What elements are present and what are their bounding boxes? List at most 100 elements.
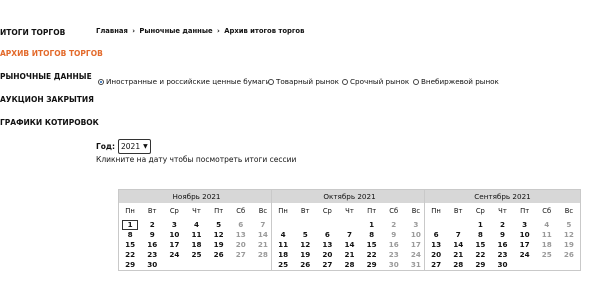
calendar-day[interactable]: 26 (294, 260, 316, 270)
calendar-day[interactable]: 12 (208, 230, 230, 240)
calendar-day[interactable]: 16 (491, 240, 513, 250)
calendar-day[interactable]: 21 (447, 250, 469, 260)
calendar-day[interactable]: 24 (163, 250, 185, 260)
calendar-day[interactable]: 11 (185, 230, 207, 240)
calendar-day[interactable]: 5 (294, 230, 316, 240)
calendar-day[interactable]: 25 (185, 250, 207, 260)
calendar-day[interactable]: 28 (338, 260, 360, 270)
calendar-day[interactable]: 5 (558, 220, 580, 230)
calendar-day[interactable]: 27 (425, 260, 447, 270)
calendar-day[interactable]: 23 (383, 250, 405, 260)
sidebar-item-market-data[interactable]: РЫНОЧНЫЕ ДАННЫЕ (0, 72, 92, 81)
calendar-day[interactable]: 25 (272, 260, 294, 270)
calendar-day[interactable]: 15 (469, 240, 491, 250)
calendar-day[interactable]: 10 (163, 230, 185, 240)
calendar-day[interactable]: 22 (119, 250, 141, 260)
calendar-day[interactable]: 2 (383, 220, 405, 230)
sidebar-item-results[interactable]: ИТОГИ ТОРГОВ (0, 28, 65, 37)
calendar-day[interactable]: 13 (230, 230, 252, 240)
calendar-day[interactable]: 4 (272, 230, 294, 240)
breadcrumb-home[interactable]: Главная (96, 27, 128, 35)
calendar-day[interactable]: 30 (383, 260, 405, 270)
calendar-day[interactable]: 16 (141, 240, 163, 250)
calendar-day[interactable]: 8 (469, 230, 491, 240)
calendar-day[interactable]: 17 (163, 240, 185, 250)
radio-icon[interactable] (342, 78, 348, 85)
sidebar-item-closing-auction[interactable]: АУКЦИОН ЗАКРЫТИЯ (0, 95, 94, 104)
calendar-day[interactable]: 26 (208, 250, 230, 260)
sidebar-item-quote-charts[interactable]: ГРАФИКИ КОТИРОВОК (0, 118, 99, 127)
calendar-day[interactable]: 24 (514, 250, 536, 260)
calendar-day[interactable]: 15 (119, 240, 141, 250)
calendar-day[interactable]: 18 (536, 240, 558, 250)
calendar-day[interactable]: 6 (425, 230, 447, 240)
calendar-day[interactable]: 11 (272, 240, 294, 250)
calendar-day[interactable]: 8 (119, 230, 141, 240)
calendar-day[interactable]: 21 (338, 250, 360, 260)
calendar-day[interactable]: 16 (383, 240, 405, 250)
calendar-day[interactable]: 13 (425, 240, 447, 250)
calendar-day[interactable]: 1 (469, 220, 491, 230)
market-option-derivatives[interactable]: Срочный рынок (342, 77, 409, 86)
year-value: 2021 (121, 142, 141, 151)
calendar-day[interactable]: 19 (558, 240, 580, 250)
calendar-day[interactable]: 17 (514, 240, 536, 250)
calendar-day[interactable]: 10 (514, 230, 536, 240)
calendar-day[interactable]: 19 (294, 250, 316, 260)
calendar-day[interactable]: 14 (447, 240, 469, 250)
sidebar-item-archive[interactable]: АРХИВ ИТОГОВ ТОРГОВ (0, 49, 103, 58)
calendar-day[interactable]: 12 (558, 230, 580, 240)
calendar-day[interactable]: 3 (163, 220, 185, 230)
calendar-weekdays: Пн Вт Ср Чт Пт Сб Вс (425, 203, 580, 220)
calendar-day[interactable]: 6 (316, 230, 338, 240)
market-option-commodity[interactable]: Товарный рынок (268, 77, 339, 86)
calendar-day[interactable]: 7 (338, 230, 360, 240)
calendar-day[interactable]: 27 (230, 250, 252, 260)
market-option-securities[interactable]: Иностранные и российские ценные бумаги (98, 77, 270, 86)
calendar-day[interactable]: 6 (230, 220, 252, 230)
calendar-day[interactable]: 8 (361, 230, 383, 240)
calendar-day[interactable]: 2 (141, 220, 163, 230)
calendar-day[interactable]: 9 (383, 230, 405, 240)
calendar-day[interactable]: 27 (316, 260, 338, 270)
calendar-day[interactable]: 2 (491, 220, 513, 230)
calendar-day[interactable]: 30 (491, 260, 513, 270)
calendar-day[interactable]: 13 (316, 240, 338, 250)
calendar-day[interactable]: 11 (536, 230, 558, 240)
calendar-day[interactable]: 23 (491, 250, 513, 260)
calendar-day[interactable]: 4 (536, 220, 558, 230)
calendar-day[interactable]: 20 (425, 250, 447, 260)
calendar-day[interactable]: 18 (185, 240, 207, 250)
radio-icon[interactable] (98, 78, 104, 85)
market-option-otc[interactable]: Внебиржевой рынок (413, 77, 499, 86)
calendar-day[interactable]: 9 (141, 230, 163, 240)
calendar-day[interactable]: 1 (361, 220, 383, 230)
calendar-day[interactable]: 3 (514, 220, 536, 230)
calendar-day[interactable]: 5 (208, 220, 230, 230)
calendar-day[interactable]: 12 (294, 240, 316, 250)
calendar-day[interactable]: 14 (338, 240, 360, 250)
radio-icon[interactable] (268, 78, 274, 85)
calendar-day[interactable]: 29 (469, 260, 491, 270)
calendar-day[interactable]: 19 (208, 240, 230, 250)
calendar-day[interactable]: 29 (361, 260, 383, 270)
calendar-day[interactable]: 23 (141, 250, 163, 260)
radio-icon[interactable] (413, 78, 419, 85)
calendar-day[interactable]: 4 (185, 220, 207, 230)
calendar-day[interactable]: 7 (447, 230, 469, 240)
calendar-day[interactable]: 22 (469, 250, 491, 260)
calendar-day[interactable]: 26 (558, 250, 580, 260)
calendar-day[interactable]: 9 (491, 230, 513, 240)
calendar-day[interactable]: 25 (536, 250, 558, 260)
calendar-day[interactable]: 20 (316, 250, 338, 260)
calendar-day[interactable]: 22 (361, 250, 383, 260)
breadcrumb-market-data[interactable]: Рыночные данные (139, 27, 212, 35)
calendar-day[interactable]: 15 (361, 240, 383, 250)
calendar-day[interactable]: 28 (447, 260, 469, 270)
calendar-day[interactable]: 1 (122, 220, 139, 230)
calendar-day[interactable]: 29 (119, 260, 141, 270)
calendar-day[interactable]: 20 (230, 240, 252, 250)
calendar-day[interactable]: 18 (272, 250, 294, 260)
year-select[interactable]: 2021 ▼ (118, 139, 151, 154)
calendar-day[interactable]: 30 (141, 260, 163, 270)
